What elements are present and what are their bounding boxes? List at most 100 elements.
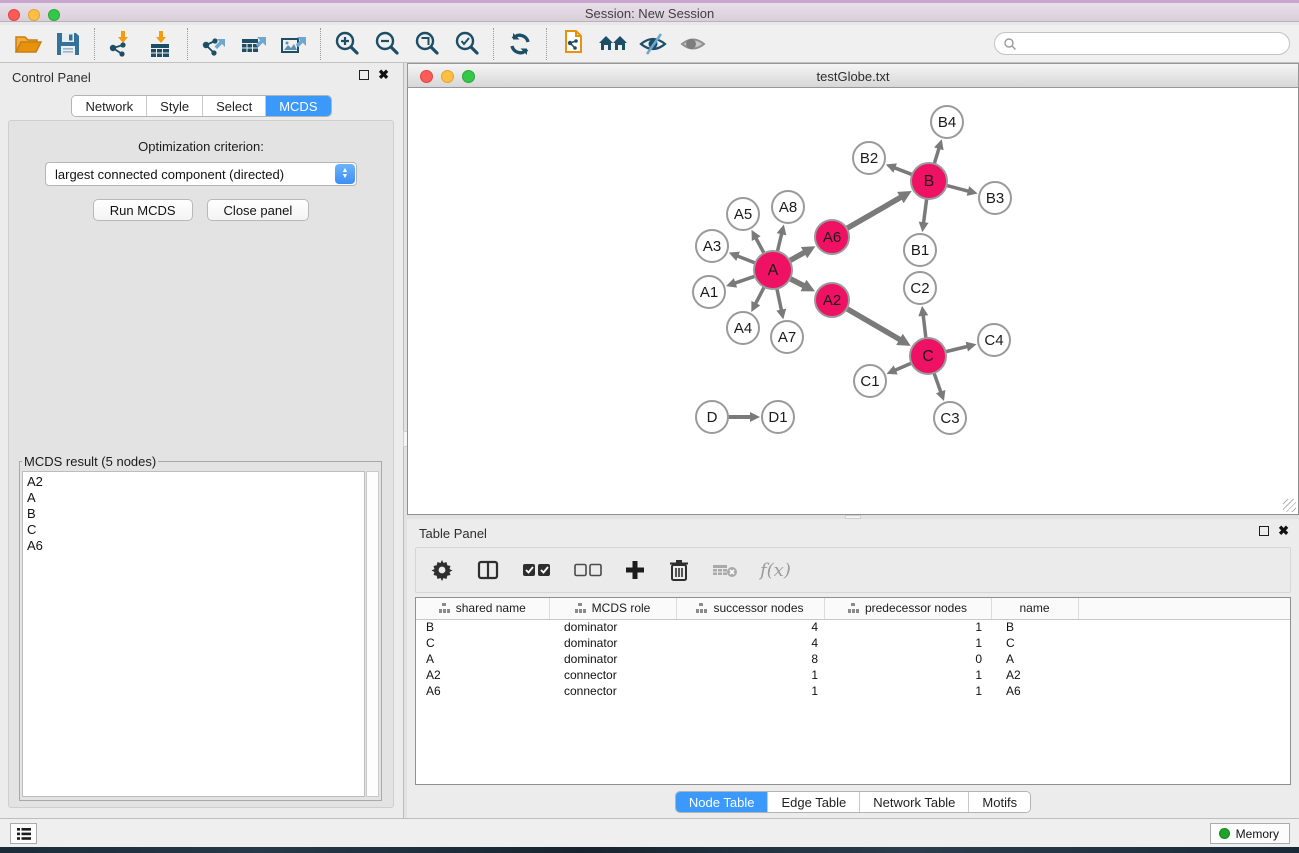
node-table[interactable]: shared nameMCDS rolesuccessor nodesprede… — [415, 597, 1291, 785]
cell[interactable]: A6 — [416, 683, 549, 699]
zoom-selected-button[interactable] — [447, 27, 487, 61]
float-table-panel-icon[interactable] — [1259, 526, 1269, 536]
window-resize-grip[interactable] — [1283, 499, 1296, 512]
network-canvas[interactable]: AA1A2A3A4A5A6A7A8BB1B2B3B4CC1C2C3C4DD1 — [407, 88, 1299, 515]
mcds-result-item[interactable]: A2 — [27, 474, 364, 490]
column-header-MCDS-role[interactable]: MCDS role — [549, 598, 676, 619]
delete-column-button[interactable] — [668, 555, 690, 585]
refresh-button[interactable] — [500, 27, 540, 61]
edge-C-C4[interactable] — [945, 346, 968, 352]
edge-A-A7[interactable] — [777, 289, 782, 312]
edge-C-C1[interactable] — [894, 363, 912, 371]
split-view-button[interactable] — [476, 555, 500, 585]
export-image-button[interactable] — [274, 27, 314, 61]
unselect-all-columns-button[interactable] — [574, 555, 602, 585]
tab-node-table[interactable]: Node Table — [676, 792, 769, 812]
cell[interactable]: dominator — [549, 635, 676, 651]
edge-C-C3[interactable] — [934, 373, 941, 394]
cell[interactable]: A6 — [991, 683, 1078, 699]
hide-graphics-details-button[interactable] — [633, 27, 673, 61]
edge-B-B3[interactable] — [946, 185, 969, 191]
apply-layout-button[interactable] — [593, 27, 633, 61]
cell[interactable]: C — [991, 635, 1078, 651]
column-header-name[interactable]: name — [991, 598, 1078, 619]
edge-B-B4[interactable] — [934, 147, 939, 164]
clone-network-view-button[interactable] — [553, 27, 593, 61]
function-builder-button[interactable]: f(x) — [760, 555, 791, 585]
cell[interactable]: 1 — [824, 635, 991, 651]
edge-A-A8[interactable] — [777, 232, 782, 251]
cell[interactable]: A2 — [416, 667, 549, 683]
edge-A6-B[interactable] — [847, 196, 902, 228]
show-panels-button[interactable] — [10, 823, 37, 844]
cell[interactable]: C — [416, 635, 549, 651]
close-panel-button[interactable]: Close panel — [207, 199, 310, 221]
table-row[interactable]: Adominator80A — [416, 651, 1291, 667]
close-panel-icon[interactable]: ✖ — [378, 70, 389, 80]
edge-A-A5[interactable] — [755, 237, 764, 253]
tab-network[interactable]: Network — [72, 96, 147, 116]
mcds-result-list[interactable]: A2ABCA6 — [22, 471, 365, 797]
delete-table-button[interactable] — [712, 555, 738, 585]
close-table-panel-icon[interactable]: ✖ — [1278, 526, 1289, 536]
table-row[interactable]: Cdominator41C — [416, 635, 1291, 651]
edge-A-A2[interactable] — [790, 279, 805, 287]
show-birds-eye-button[interactable] — [673, 27, 713, 61]
cell[interactable]: 1 — [824, 619, 991, 635]
edge-A-A1[interactable] — [734, 276, 755, 283]
search-input[interactable] — [1017, 37, 1289, 51]
float-panel-icon[interactable] — [359, 70, 369, 80]
edge-A2-C[interactable] — [847, 309, 902, 341]
cell[interactable]: 1 — [824, 667, 991, 683]
select-all-columns-button[interactable] — [522, 555, 552, 585]
import-network-button[interactable] — [101, 27, 141, 61]
tab-edge-table[interactable]: Edge Table — [768, 792, 860, 812]
cell[interactable]: connector — [549, 667, 676, 683]
tab-mcds[interactable]: MCDS — [266, 96, 330, 116]
open-session-button[interactable] — [8, 27, 48, 61]
cell[interactable]: A — [991, 651, 1078, 667]
criterion-dropdown[interactable]: largest connected component (directed) ▲… — [45, 162, 357, 186]
cell[interactable]: 0 — [824, 651, 991, 667]
network-window-titlebar[interactable]: testGlobe.txt — [407, 63, 1299, 88]
cell[interactable]: 1 — [824, 683, 991, 699]
result-scrollbar[interactable] — [366, 471, 379, 797]
zoom-in-button[interactable] — [327, 27, 367, 61]
save-session-button[interactable] — [48, 27, 88, 61]
cell[interactable]: connector — [549, 683, 676, 699]
edge-B-B1[interactable] — [923, 199, 926, 224]
tab-network-table[interactable]: Network Table — [860, 792, 969, 812]
edge-C-C2[interactable] — [923, 314, 926, 338]
edge-A-A3[interactable] — [736, 256, 755, 264]
cell[interactable]: A — [416, 651, 549, 667]
tab-motifs[interactable]: Motifs — [969, 792, 1030, 812]
edge-A-A4[interactable] — [755, 287, 764, 305]
export-network-button[interactable] — [194, 27, 234, 61]
mcds-result-item[interactable]: C — [27, 522, 364, 538]
cell[interactable]: 8 — [676, 651, 824, 667]
column-header-shared-name[interactable]: shared name — [416, 598, 549, 619]
cell[interactable]: dominator — [549, 619, 676, 635]
export-table-button[interactable] — [234, 27, 274, 61]
cell[interactable]: 1 — [676, 683, 824, 699]
cell[interactable]: A2 — [991, 667, 1078, 683]
cell[interactable]: 1 — [676, 667, 824, 683]
column-header-successor-nodes[interactable]: successor nodes — [676, 598, 824, 619]
table-row[interactable]: A6connector11A6 — [416, 683, 1291, 699]
cell[interactable]: B — [991, 619, 1078, 635]
mcds-result-item[interactable]: B — [27, 506, 364, 522]
search-field[interactable] — [994, 32, 1290, 55]
zoom-fit-button[interactable] — [407, 27, 447, 61]
import-table-button[interactable] — [141, 27, 181, 61]
zoom-out-button[interactable] — [367, 27, 407, 61]
edge-B-B2[interactable] — [893, 167, 912, 174]
mcds-result-item[interactable]: A — [27, 490, 364, 506]
table-settings-button[interactable] — [430, 555, 454, 585]
run-mcds-button[interactable]: Run MCDS — [93, 199, 193, 221]
table-row[interactable]: Bdominator41B — [416, 619, 1291, 635]
tab-style[interactable]: Style — [147, 96, 203, 116]
cell[interactable]: 4 — [676, 635, 824, 651]
column-header-predecessor-nodes[interactable]: predecessor nodes — [824, 598, 991, 619]
cell[interactable]: dominator — [549, 651, 676, 667]
table-row[interactable]: A2connector11A2 — [416, 667, 1291, 683]
